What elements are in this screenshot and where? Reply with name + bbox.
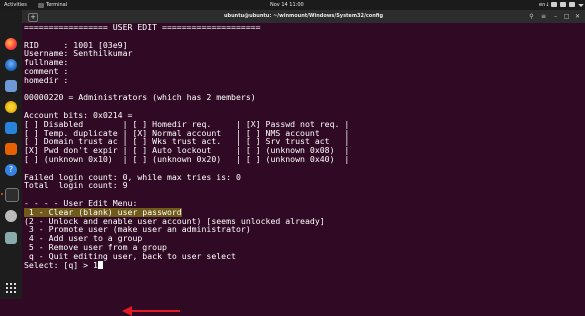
terminal-line: fullname:: [24, 58, 349, 67]
hamburger-menu-icon[interactable]: ≡: [540, 13, 547, 20]
help-icon[interactable]: ?: [5, 164, 17, 176]
terminal-line: [ ] (unknown 0x10) | [ ] (unknown 0x20) …: [24, 155, 349, 164]
battery-icon: [569, 2, 575, 7]
terminal-line: Username: Senthilkumar: [24, 49, 349, 58]
trash-icon[interactable]: [5, 232, 17, 244]
app-menu[interactable]: Terminal: [38, 0, 67, 10]
terminal-line-text: ================= USER EDIT ============…: [24, 22, 261, 32]
disc-icon[interactable]: [5, 210, 17, 222]
libreoffice-writer-icon[interactable]: [5, 122, 17, 134]
rhythmbox-icon[interactable]: [5, 101, 17, 113]
chevron-down-icon: [578, 4, 584, 7]
text-cursor: [97, 260, 103, 269]
terminal-icon: [38, 2, 44, 8]
terminal-line-text: Total login count: 9: [24, 180, 128, 191]
annotation-arrow: [122, 306, 180, 316]
activities-button[interactable]: Activities: [4, 0, 27, 10]
terminal-line: Select: [q] > 1: [24, 259, 349, 270]
app-menu-label: Terminal: [46, 2, 68, 8]
terminal-line-text: homedir :: [24, 74, 69, 85]
dock: ?: [0, 10, 22, 299]
volume-icon: [560, 2, 566, 7]
terminal-line: Total login count: 9: [24, 181, 349, 190]
terminal-text: ================= USER EDIT ============…: [24, 23, 349, 269]
terminal-line-text: [ ] (unknown 0x10) | [ ] (unknown 0x20) …: [24, 153, 350, 164]
terminal-output[interactable]: ================= USER EDIT ============…: [22, 23, 585, 316]
terminal-line-text: Select: [q] > 1: [24, 259, 98, 270]
minimize-icon[interactable]: –: [552, 13, 559, 20]
terminal-line: ================= USER EDIT ============…: [24, 23, 349, 32]
terminal-line: 00000220 = Administrators (which has 2 m…: [24, 93, 349, 102]
close-icon[interactable]: ✕: [574, 13, 581, 20]
system-menu[interactable]: [551, 0, 584, 7]
network-icon: [551, 2, 557, 7]
top-bar: Activities Terminal Nov 14 11:00 en↓: [0, 0, 585, 10]
terminal-line: comment :: [24, 67, 349, 76]
firefox-icon[interactable]: [5, 38, 17, 50]
terminal-dock-icon[interactable]: [5, 188, 19, 202]
maximize-icon[interactable]: □: [563, 13, 570, 20]
show-applications-icon[interactable]: [5, 282, 17, 294]
search-icon[interactable]: ⚲: [528, 13, 535, 20]
files-icon[interactable]: [5, 80, 17, 92]
active-app-indicator: [1, 193, 3, 195]
input-language-indicator[interactable]: en↓: [539, 0, 549, 10]
terminal-line-text: 00000220 = Administrators (which has 2 m…: [24, 92, 256, 103]
thunderbird-icon[interactable]: [5, 59, 17, 71]
terminal-line: homedir :: [24, 74, 349, 85]
clock[interactable]: Nov 14 11:00: [270, 0, 304, 10]
software-center-icon[interactable]: [5, 143, 17, 155]
